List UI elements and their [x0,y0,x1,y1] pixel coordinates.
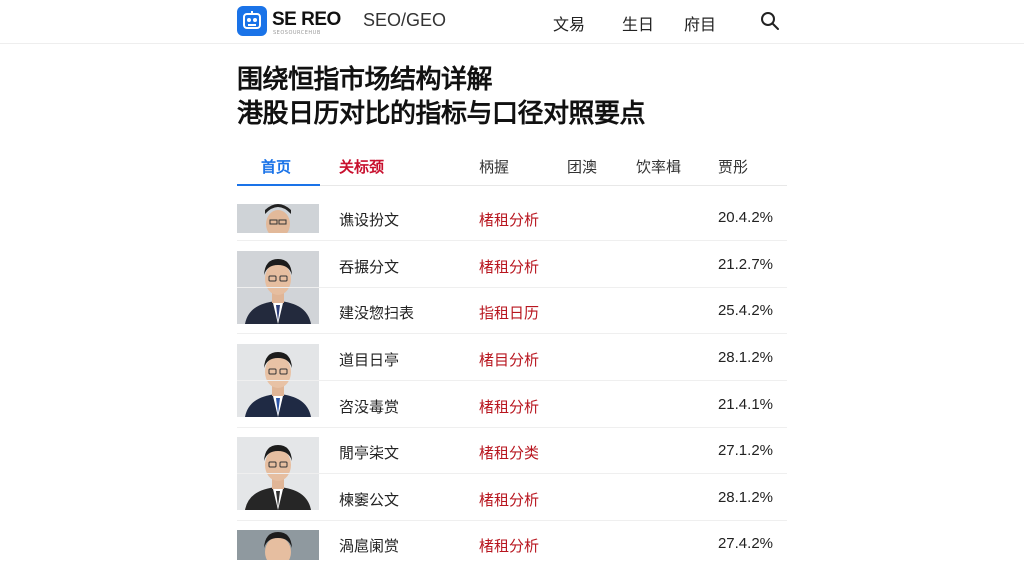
page-title-line-2: 港股日历对比的指标与口径对照要点 [237,99,646,129]
top-header: SE REO SEOSOURCEHUB SEO/GEO 文易 生日 府目 [0,0,1024,44]
row-tag[interactable]: 楮租分析 [479,256,539,277]
row-name[interactable]: 楝䆧公文 [339,489,399,510]
row-name[interactable]: 咨没毒赏 [339,396,399,417]
list-item[interactable]: 谯设扮文 楮租分析 20.4.2% [237,194,787,241]
row-tag[interactable]: 楮租分析 [479,535,539,556]
row-name[interactable]: 建没惣扫表 [339,302,414,323]
row-name[interactable]: 谯设扮文 [339,209,399,230]
row-percentage: 21.4.1% [717,396,773,413]
row-tag[interactable]: 楮租分析 [479,489,539,510]
row-name[interactable]: 道目日亭 [339,349,399,370]
row-tag[interactable]: 楮目分析 [479,349,539,370]
row-percentage: 25.4.2% [717,302,773,319]
list-item[interactable]: 吞搌分文 楮租分析 21.2.7% [237,241,787,288]
list-item[interactable]: 楝䆧公文 楮租分析 28.1.2% [237,474,787,521]
row-name[interactable]: 閒亭柒文 [339,442,399,463]
logo-text[interactable]: SE REO [272,9,341,31]
tab-4[interactable]: 团澳 [567,156,597,177]
page-title-line-1: 围绕恒指市场结构详解 [237,65,493,95]
row-percentage: 20.4.2% [717,209,773,226]
row-name[interactable]: 吞搌分文 [339,256,399,277]
tab-3[interactable]: 柄握 [479,156,509,177]
nav-item-3[interactable]: 府目 [684,11,716,35]
row-percentage: 28.1.2% [717,489,773,506]
row-percentage: 27.4.2% [717,535,773,552]
brand-tag[interactable]: SEO/GEO [363,10,446,31]
list-item[interactable]: 建没惣扫表 指租日历 25.4.2% [237,287,787,334]
row-tag[interactable]: 楮租分析 [479,209,539,230]
list-item[interactable]: 閒亭柒文 楮租分类 27.1.2% [237,427,787,474]
active-tab-indicator [237,184,320,186]
tab-bar: 首页 关标颈 柄握 团澳 饮率楫 贾彤 [237,148,787,186]
tab-6[interactable]: 贾彤 [718,156,748,177]
list-item[interactable]: 道目日亭 楮目分析 28.1.2% [237,334,787,381]
row-name[interactable]: 渦扈阑赏 [339,535,399,556]
row-percentage: 27.1.2% [717,442,773,459]
row-tag[interactable]: 楮租分类 [479,442,539,463]
row-percentage: 28.1.2% [717,349,773,366]
row-tag[interactable]: 楮租分析 [479,396,539,417]
tab-home[interactable]: 首页 [261,156,291,177]
tab-5[interactable]: 饮率楫 [636,156,681,177]
logo-icon[interactable] [237,6,267,36]
row-percentage: 21.2.7% [717,256,773,273]
list-item[interactable]: 咨没毒赏 楮租分析 21.4.1% [237,381,787,428]
search-icon[interactable] [759,10,781,32]
nav-item-2[interactable]: 生日 [622,11,654,35]
tab-highlight[interactable]: 关标颈 [339,156,384,177]
nav-item-1[interactable]: 文易 [553,11,585,35]
row-tag[interactable]: 指租日历 [479,302,539,323]
logo-subtitle: SEOSOURCEHUB [273,30,321,36]
list-item[interactable]: 渦扈阑赏 楮租分析 27.4.2% [237,520,787,567]
